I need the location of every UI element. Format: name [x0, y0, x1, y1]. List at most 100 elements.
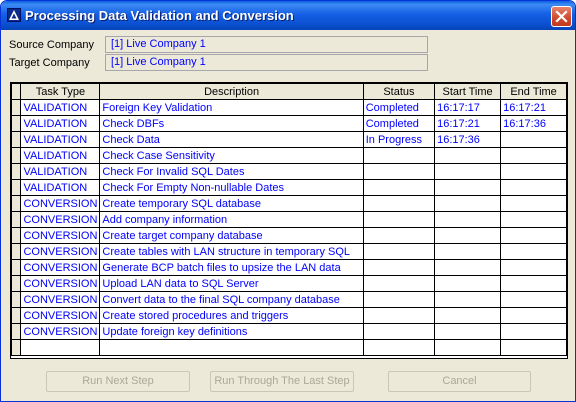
cell-end-time[interactable] [500, 243, 567, 260]
row-selector[interactable] [11, 195, 22, 212]
run-through-last-step-button[interactable]: Run Through The Last Step [210, 371, 354, 392]
column-header-end-time[interactable]: End Time [500, 83, 567, 100]
cell-description[interactable]: Create stored procedures and triggers [99, 307, 364, 324]
row-selector[interactable] [11, 227, 22, 244]
row-selector[interactable] [11, 259, 22, 276]
row-selector[interactable] [11, 323, 22, 340]
table-row[interactable]: CONVERSION Create stored procedures and … [11, 307, 567, 324]
cell-end-time[interactable] [500, 259, 567, 276]
cell-description[interactable]: Check DBFs [99, 115, 364, 132]
cell-end-time[interactable] [500, 291, 567, 308]
cell-end-time[interactable]: 16:17:21 [500, 99, 567, 116]
column-header-description[interactable]: Description [99, 83, 364, 100]
cell-status[interactable] [362, 211, 436, 228]
cell-end-time[interactable] [500, 131, 567, 148]
cell-end-time[interactable] [500, 339, 567, 356]
cell-status[interactable] [362, 323, 436, 340]
title-bar[interactable]: Processing Data Validation and Conversio… [1, 1, 575, 30]
cell-end-time[interactable] [500, 323, 567, 340]
cell-task-type[interactable]: CONVERSION [20, 291, 101, 308]
column-header-task-type[interactable]: Task Type [20, 83, 101, 100]
cell-description[interactable]: Check Case Sensitivity [99, 147, 364, 164]
cell-status[interactable]: Completed [362, 99, 436, 116]
cell-task-type[interactable] [20, 339, 101, 356]
row-selector[interactable] [11, 163, 22, 180]
cell-description[interactable]: Convert data to the final SQL company da… [99, 291, 364, 308]
cell-status[interactable] [362, 195, 436, 212]
row-selector[interactable] [11, 307, 22, 324]
table-row[interactable]: CONVERSION Add company information [11, 211, 567, 228]
cell-end-time[interactable] [500, 179, 567, 196]
cell-description[interactable]: Foreign Key Validation [99, 99, 364, 116]
cell-start-time[interactable] [434, 307, 502, 324]
cell-task-type[interactable]: CONVERSION [20, 323, 101, 340]
cell-status[interactable] [362, 227, 436, 244]
cell-start-time[interactable] [434, 291, 502, 308]
cell-task-type[interactable]: CONVERSION [20, 307, 101, 324]
row-selector[interactable] [11, 179, 22, 196]
cell-status[interactable] [362, 275, 436, 292]
cell-description[interactable]: Check For Empty Non-nullable Dates [99, 179, 364, 196]
cell-end-time[interactable] [500, 211, 567, 228]
row-selector[interactable] [11, 291, 22, 308]
close-button[interactable] [551, 6, 572, 27]
cell-start-time[interactable] [434, 211, 502, 228]
cell-end-time[interactable] [500, 195, 567, 212]
cell-task-type[interactable]: CONVERSION [20, 227, 101, 244]
cell-start-time[interactable] [434, 147, 502, 164]
table-row[interactable]: VALIDATION Check For Invalid SQL Dates [11, 163, 567, 180]
cell-task-type[interactable]: CONVERSION [20, 211, 101, 228]
row-selector[interactable] [11, 147, 22, 164]
table-row[interactable]: VALIDATION Check Case Sensitivity [11, 147, 567, 164]
cell-status[interactable] [362, 339, 436, 356]
cell-status[interactable]: In Progress [362, 131, 436, 148]
table-row[interactable]: VALIDATION Check For Empty Non-nullable … [11, 179, 567, 196]
cell-end-time[interactable] [500, 163, 567, 180]
cancel-button[interactable]: Cancel [388, 371, 531, 392]
cell-end-time[interactable]: 16:17:36 [500, 115, 567, 132]
cell-description[interactable]: Generate BCP batch files to upsize the L… [99, 259, 364, 276]
cell-description[interactable]: Upload LAN data to SQL Server [99, 275, 364, 292]
cell-description[interactable]: Add company information [99, 211, 364, 228]
cell-status[interactable] [362, 291, 436, 308]
cell-task-type[interactable]: CONVERSION [20, 275, 101, 292]
table-row[interactable]: CONVERSION Upload LAN data to SQL Server [11, 275, 567, 292]
table-row[interactable]: CONVERSION Update foreign key definition… [11, 323, 567, 340]
column-header-status[interactable]: Status [362, 83, 436, 100]
table-row[interactable]: CONVERSION Create tables with LAN struct… [11, 243, 567, 260]
cell-start-time[interactable]: 16:17:21 [434, 115, 502, 132]
cell-description[interactable]: Create target company database [99, 227, 364, 244]
cell-status[interactable]: Completed [362, 115, 436, 132]
cell-start-time[interactable] [434, 275, 502, 292]
cell-status[interactable] [362, 163, 436, 180]
row-selector[interactable] [11, 131, 22, 148]
cell-task-type[interactable]: CONVERSION [20, 259, 101, 276]
cell-start-time[interactable]: 16:17:36 [434, 131, 502, 148]
cell-start-time[interactable] [434, 195, 502, 212]
cell-status[interactable] [362, 307, 436, 324]
cell-task-type[interactable]: VALIDATION [20, 131, 101, 148]
cell-end-time[interactable] [500, 275, 567, 292]
cell-start-time[interactable] [434, 243, 502, 260]
row-selector[interactable] [11, 339, 22, 356]
table-row[interactable]: CONVERSION Convert data to the final SQL… [11, 291, 567, 308]
cell-task-type[interactable]: VALIDATION [20, 179, 101, 196]
cell-task-type[interactable]: VALIDATION [20, 99, 101, 116]
cell-description[interactable]: Update foreign key definitions [99, 323, 364, 340]
table-row[interactable]: VALIDATION Foreign Key Validation Comple… [11, 99, 567, 116]
table-row[interactable]: VALIDATION Check Data In Progress 16:17:… [11, 131, 567, 148]
cell-status[interactable] [362, 259, 436, 276]
cell-start-time[interactable] [434, 163, 502, 180]
cell-start-time[interactable] [434, 323, 502, 340]
table-row[interactable]: CONVERSION Create target company databas… [11, 227, 567, 244]
cell-description[interactable]: Create tables with LAN structure in temp… [99, 243, 364, 260]
cell-task-type[interactable]: VALIDATION [20, 147, 101, 164]
cell-status[interactable] [362, 147, 436, 164]
cell-description[interactable] [99, 339, 364, 356]
row-selector[interactable] [11, 275, 22, 292]
cell-status[interactable] [362, 179, 436, 196]
row-selector[interactable] [11, 211, 22, 228]
run-next-step-button[interactable]: Run Next Step [46, 371, 190, 392]
cell-description[interactable]: Check For Invalid SQL Dates [99, 163, 364, 180]
cell-start-time[interactable] [434, 179, 502, 196]
